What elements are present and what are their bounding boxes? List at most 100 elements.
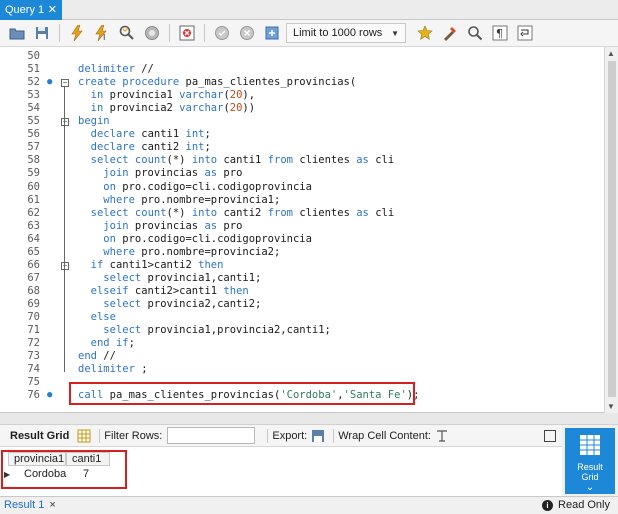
execute-statement-icon[interactable]: I — [91, 22, 113, 44]
code-line[interactable]: 59 join provincias as pro — [0, 167, 604, 180]
code-line[interactable]: 55 begin — [0, 115, 604, 128]
code-line[interactable]: 70 else — [0, 311, 604, 324]
code-line[interactable]: 51 delimiter // — [0, 63, 604, 76]
code-line[interactable]: 71 select provincia1,provincia2,canti1; — [0, 324, 604, 337]
line-number: 56 — [27, 128, 40, 141]
fold-toggle-icon[interactable]: − — [61, 79, 69, 88]
result-grid-icon — [580, 435, 600, 455]
code-line[interactable]: 72 end if; — [0, 337, 604, 350]
table-cell[interactable]: Cordoba — [18, 468, 78, 480]
line-number: 67 — [27, 271, 40, 284]
line-number: 59 — [27, 167, 40, 180]
line-number: 69 — [27, 297, 40, 310]
code-line[interactable]: 58 select count(*) into canti1 from clie… — [0, 154, 604, 167]
close-icon[interactable]: × — [49, 499, 55, 511]
code-line[interactable]: 66 if canti1>canti2 then — [0, 259, 604, 272]
commit-icon[interactable] — [211, 22, 233, 44]
column-header[interactable]: canti1 — [66, 452, 110, 466]
query-tab[interactable]: Query 1 ✕ — [0, 0, 62, 20]
table-row[interactable]: ▶ Cordoba 7 — [4, 468, 118, 480]
code-line[interactable]: 73 end // — [0, 350, 604, 363]
code-line[interactable]: 56 declare canti1 int; — [0, 128, 604, 141]
line-number: 51 — [27, 63, 40, 76]
code-line[interactable]: 68 elseif canti2>canti1 then — [0, 285, 604, 298]
filter-rows-input[interactable] — [167, 427, 256, 444]
code-text: select provincia2,canti2; — [103, 297, 262, 310]
editor-scrollbar[interactable]: ▲ ▼ — [604, 47, 618, 413]
column-header[interactable]: provincia1 — [8, 452, 66, 466]
code-line[interactable]: 61 where pro.nombre=provincia1; — [0, 194, 604, 207]
rollback-icon[interactable] — [236, 22, 258, 44]
line-number: 73 — [27, 350, 40, 363]
call-statement-highlight — [69, 382, 415, 405]
fold-toggle-icon[interactable]: − — [61, 261, 69, 270]
stop-icon[interactable] — [141, 22, 163, 44]
result-toolbar: Result Grid Filter Rows: Export: Wrap Ce… — [0, 425, 562, 447]
code-text: in provincia1 varchar(20), — [90, 89, 256, 102]
pane-splitter[interactable] — [0, 413, 618, 425]
toggle-error-icon[interactable] — [176, 22, 198, 44]
code-line[interactable]: 54 in provincia2 varchar(20)) — [0, 102, 604, 115]
toolbar-separator — [169, 24, 170, 42]
table-cell[interactable]: 7 — [78, 468, 118, 480]
autocommit-icon[interactable] — [261, 22, 283, 44]
close-icon[interactable]: ✕ — [48, 3, 57, 16]
panel-toggle-icon[interactable] — [544, 430, 556, 442]
code-text: delimiter // — [78, 63, 154, 76]
result-grid[interactable]: provincia1 canti1 ▶ Cordoba 7 — [0, 447, 562, 496]
star-icon[interactable] — [414, 22, 436, 44]
grid-icon[interactable] — [77, 429, 91, 443]
result-grid-label[interactable]: Result Grid — [10, 430, 69, 442]
beautify-icon[interactable] — [439, 22, 461, 44]
line-number: 74 — [27, 363, 40, 376]
code-text: join provincias as pro — [103, 219, 243, 232]
result-grid-button[interactable]: Result Grid ⌄ — [565, 428, 615, 494]
fold-guide — [64, 87, 65, 373]
limit-rows-select[interactable]: Limit to 1000 rows ▼ — [286, 23, 406, 43]
code-text: begin — [78, 115, 110, 128]
open-file-icon[interactable] — [6, 22, 28, 44]
line-number: 57 — [27, 141, 40, 154]
wrap-cell-label: Wrap Cell Content: — [338, 429, 431, 442]
explain-icon[interactable] — [116, 22, 138, 44]
code-line[interactable]: 65 where pro.nombre=provincia2; — [0, 246, 604, 259]
line-number: 76 — [27, 389, 40, 402]
code-line[interactable]: 64 on pro.codigo=cli.codigoprovincia — [0, 233, 604, 246]
wrap-cell-icon[interactable] — [435, 429, 449, 443]
statement-marker-icon: ● — [47, 390, 53, 401]
limit-rows-label: Limit to 1000 rows — [293, 27, 383, 39]
code-line[interactable]: 52 ● create procedure pa_mas_clientes_prov… — [0, 76, 604, 89]
sql-editor[interactable]: 50 51 delimiter // 52 ● create procedure pa_m… — [0, 47, 604, 413]
read-only-label: Read Only — [558, 499, 610, 511]
export-icon[interactable] — [311, 429, 325, 443]
find-icon[interactable] — [464, 22, 486, 44]
code-line[interactable]: 62 select count(*) into canti2 from clie… — [0, 207, 604, 220]
result-tab[interactable]: Result 1 × — [4, 499, 56, 511]
result-grid-header: provincia1 canti1 — [8, 452, 110, 466]
execute-icon[interactable] — [66, 22, 88, 44]
line-number: 54 — [27, 102, 40, 115]
scrollbar-thumb[interactable] — [608, 61, 616, 397]
svg-text:¶: ¶ — [496, 27, 503, 40]
line-number: 75 — [27, 376, 40, 389]
fold-toggle-icon[interactable]: − — [61, 118, 69, 127]
filter-rows-label: Filter Rows: — [104, 429, 163, 442]
code-line[interactable]: 50 — [0, 50, 604, 63]
code-line[interactable]: 67 select provincia1,canti1; — [0, 272, 604, 285]
code-line[interactable]: 63 join provincias as pro — [0, 220, 604, 233]
code-text: delimiter ; — [78, 363, 148, 376]
scroll-down-icon[interactable]: ▼ — [607, 402, 615, 411]
code-line[interactable]: 74 delimiter ; — [0, 363, 604, 376]
code-line[interactable]: 60 on pro.codigo=cli.codigoprovincia — [0, 181, 604, 194]
code-line[interactable]: 69 select provincia2,canti2; — [0, 298, 604, 311]
save-icon[interactable] — [31, 22, 53, 44]
code-text: select provincia1,canti1; — [103, 271, 262, 284]
toolbar-separator — [99, 428, 101, 443]
invisible-chars-icon[interactable]: ¶ — [489, 22, 511, 44]
code-text: if canti1>canti2 then — [90, 258, 224, 271]
line-number: 66 — [27, 258, 40, 271]
wrap-lines-icon[interactable] — [514, 22, 536, 44]
scroll-up-icon[interactable]: ▲ — [607, 49, 615, 58]
code-line[interactable]: 57 declare canti2 int; — [0, 141, 604, 154]
code-line[interactable]: 53 in provincia1 varchar(20), — [0, 89, 604, 102]
